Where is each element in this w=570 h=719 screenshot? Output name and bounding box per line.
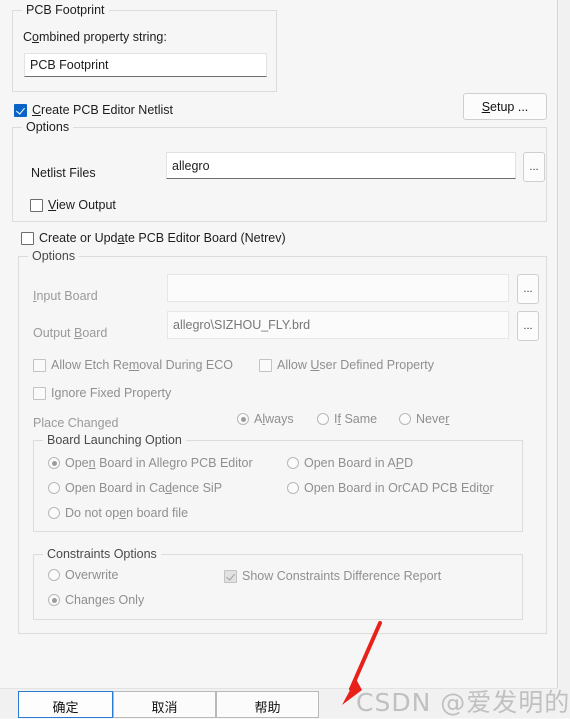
radio-indicator[interactable] bbox=[237, 413, 249, 425]
ignore-fixed-property-label: Ignore Fixed Property bbox=[51, 386, 172, 400]
netrev-options-group-legend: Options bbox=[28, 249, 80, 263]
radio-indicator[interactable] bbox=[287, 482, 299, 494]
view-output-checkbox[interactable] bbox=[30, 198, 43, 212]
place-changed-label: Place Changed bbox=[33, 416, 119, 430]
board-launching-option-label: Open Board in Cadence SiP bbox=[65, 481, 223, 495]
radio-open-board-cadence-sip[interactable]: Open Board in Cadence SiP bbox=[48, 481, 222, 495]
board-launching-option-label: Open Board in APD bbox=[304, 456, 414, 470]
radio-indicator[interactable] bbox=[48, 482, 60, 494]
constraints-options-group: Constraints Options Overwrite Changes On… bbox=[33, 547, 523, 620]
radio-indicator[interactable] bbox=[287, 457, 299, 469]
netlist-options-group: Options Netlist Files ... View Output bbox=[12, 120, 547, 222]
input-board-label: Input Board bbox=[33, 289, 98, 303]
allow-user-defined-property-checkbox[interactable] bbox=[259, 358, 272, 372]
help-button[interactable]: 帮助 bbox=[216, 691, 319, 718]
output-board-browse-button[interactable]: ... bbox=[517, 311, 539, 341]
radio-indicator[interactable] bbox=[48, 507, 60, 519]
show-constraints-difference-report-label: Show Constraints Difference Report bbox=[242, 569, 442, 583]
allow-etch-removal-label: Allow Etch Removal During ECO bbox=[51, 358, 234, 372]
board-launching-option-group-legend: Board Launching Option bbox=[43, 433, 186, 447]
create-or-update-board-label: Create or Update PCB Editor Board (Netre… bbox=[39, 231, 286, 245]
setup-button-label: Setup ... bbox=[481, 99, 529, 114]
constraints-option-label: Changes Only bbox=[65, 593, 145, 607]
allow-user-defined-property-checkbox-row[interactable]: Allow User Defined Property bbox=[259, 358, 434, 372]
netlist-options-group-legend: Options bbox=[22, 120, 74, 134]
right-gutter bbox=[559, 0, 570, 718]
ellipsis-icon: ... bbox=[523, 320, 533, 332]
pcb-footprint-group-legend: PCB Footprint bbox=[22, 3, 109, 17]
constraints-options-group-legend: Constraints Options bbox=[43, 547, 161, 561]
netlist-files-input[interactable] bbox=[166, 152, 516, 179]
input-board-input[interactable] bbox=[167, 274, 509, 302]
radio-open-board-orcad-pcb-editor[interactable]: Open Board in OrCAD PCB Editor bbox=[287, 481, 517, 495]
radio-open-board-allegro-pcb-editor[interactable]: Open Board in Allegro PCB Editor bbox=[48, 456, 253, 470]
allow-etch-removal-checkbox[interactable] bbox=[33, 358, 46, 372]
cancel-button-label: 取消 bbox=[151, 701, 178, 716]
view-output-label: View Output bbox=[48, 198, 116, 212]
show-constraints-difference-report-checkbox[interactable] bbox=[224, 569, 237, 583]
place-changed-radio-always[interactable]: Always bbox=[237, 412, 294, 426]
constraints-option-label: Overwrite bbox=[65, 568, 119, 582]
ok-button-label: 确定 bbox=[52, 701, 79, 716]
output-board-input[interactable] bbox=[167, 311, 509, 339]
create-pcb-editor-netlist-label: Create PCB Editor Netlist bbox=[32, 103, 174, 117]
ellipsis-icon: ... bbox=[523, 283, 533, 295]
allow-user-defined-property-label: Allow User Defined Property bbox=[277, 358, 435, 372]
netlist-files-browse-button[interactable]: ... bbox=[523, 152, 545, 182]
place-changed-option-label: Never bbox=[416, 412, 450, 426]
ok-button[interactable]: 确定 bbox=[18, 691, 113, 718]
create-or-update-board-checkbox-row[interactable]: Create or Update PCB Editor Board (Netre… bbox=[21, 231, 286, 245]
radio-indicator[interactable] bbox=[317, 413, 329, 425]
pcb-footprint-group: PCB Footprint Combined property string: bbox=[12, 3, 277, 92]
setup-button[interactable]: Setup ... bbox=[463, 93, 547, 120]
output-board-label: Output Board bbox=[33, 326, 108, 340]
help-button-label: 帮助 bbox=[254, 701, 281, 716]
board-launching-option-label: Do not open board file bbox=[65, 506, 189, 520]
place-changed-option-label: Always bbox=[254, 412, 294, 426]
radio-indicator[interactable] bbox=[399, 413, 411, 425]
ignore-fixed-property-checkbox[interactable] bbox=[33, 386, 46, 400]
ignore-fixed-property-checkbox-row[interactable]: Ignore Fixed Property bbox=[33, 386, 171, 400]
combined-property-string-label: Combined property string: bbox=[23, 30, 167, 44]
netrev-options-group: Options Input Board ... Output Board ...… bbox=[18, 249, 547, 634]
board-launching-option-label: Open Board in Allegro PCB Editor bbox=[65, 456, 253, 470]
create-pcb-editor-netlist-checkbox[interactable] bbox=[14, 103, 27, 117]
dialog-footer: 确定 取消 帮助 bbox=[0, 688, 558, 718]
board-launching-option-label: Open Board in OrCAD PCB Editor bbox=[304, 481, 494, 495]
place-changed-option-label: If Same bbox=[334, 412, 378, 426]
allow-etch-removal-checkbox-row[interactable]: Allow Etch Removal During ECO bbox=[33, 358, 233, 372]
place-changed-radio-never[interactable]: Never bbox=[399, 412, 449, 426]
input-board-browse-button[interactable]: ... bbox=[517, 274, 539, 304]
place-changed-radio-if-same[interactable]: If Same bbox=[317, 412, 377, 426]
create-netlist-dialog: PCB Footprint Combined property string: … bbox=[0, 0, 558, 718]
radio-indicator[interactable] bbox=[48, 569, 60, 581]
view-output-checkbox-row[interactable]: View Output bbox=[30, 198, 116, 212]
radio-indicator[interactable] bbox=[48, 594, 60, 606]
radio-changes-only[interactable]: Changes Only bbox=[48, 593, 144, 607]
radio-open-board-apd[interactable]: Open Board in APD bbox=[287, 456, 413, 470]
radio-indicator[interactable] bbox=[48, 457, 60, 469]
show-constraints-difference-report-checkbox-row[interactable]: Show Constraints Difference Report bbox=[224, 569, 441, 583]
ellipsis-icon: ... bbox=[529, 161, 539, 173]
radio-overwrite[interactable]: Overwrite bbox=[48, 568, 118, 582]
board-launching-option-group: Board Launching Option Open Board in All… bbox=[33, 433, 523, 532]
netlist-files-label: Netlist Files bbox=[31, 166, 96, 180]
radio-do-not-open-board-file[interactable]: Do not open board file bbox=[48, 506, 188, 520]
cancel-button[interactable]: 取消 bbox=[113, 691, 216, 718]
create-or-update-board-checkbox[interactable] bbox=[21, 231, 34, 245]
create-pcb-editor-netlist-checkbox-row[interactable]: Create PCB Editor Netlist bbox=[14, 103, 173, 117]
combined-property-string-input[interactable] bbox=[24, 53, 267, 77]
